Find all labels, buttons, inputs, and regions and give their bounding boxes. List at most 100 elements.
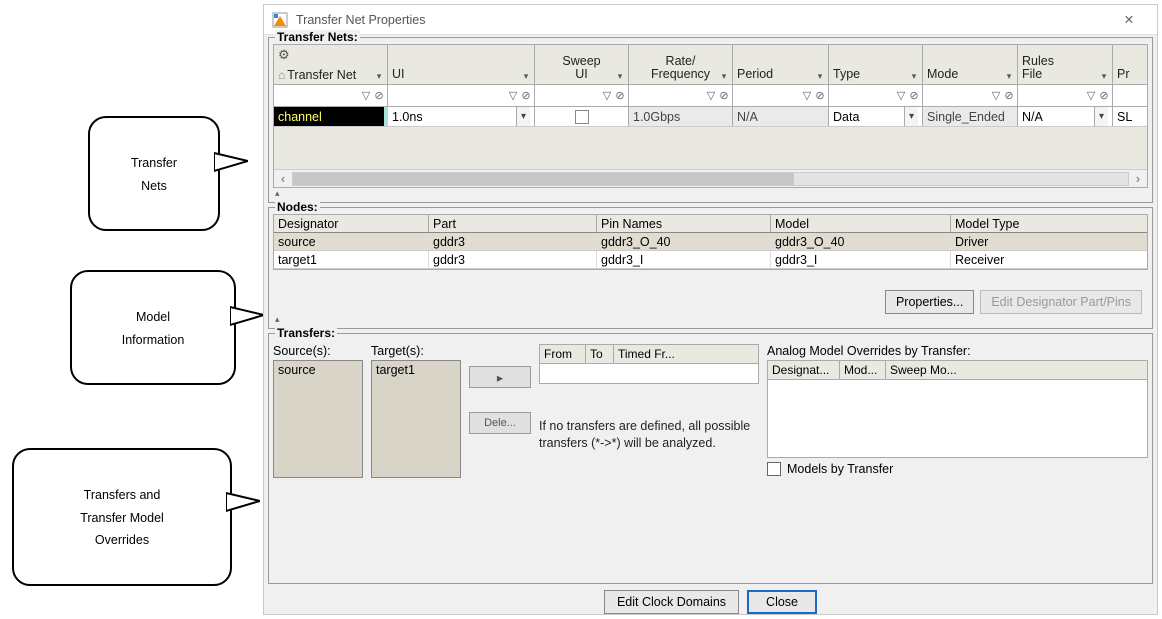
collapse-icon[interactable]: ▴ xyxy=(273,314,1148,324)
grid-row-channel[interactable]: channel 1.0ns▾ 1.0Gbps N/A Data▾ Single_… xyxy=(274,107,1147,127)
clear-filter-icon[interactable]: ⊘ xyxy=(520,89,532,102)
cell-pr[interactable]: SL xyxy=(1113,107,1143,126)
filter-mode[interactable] xyxy=(925,87,989,105)
col-type[interactable]: Type▾ xyxy=(829,45,923,84)
checkbox[interactable] xyxy=(575,110,589,124)
clear-filter-icon[interactable]: ⊘ xyxy=(718,89,730,102)
cell-type[interactable]: Data▾ xyxy=(829,107,923,126)
sort-icon[interactable]: ▾ xyxy=(373,72,385,82)
funnel-icon[interactable]: ▽ xyxy=(800,89,814,102)
cell-pin-names: gddr3_O_40 xyxy=(597,233,771,250)
clear-filter-icon[interactable]: ⊘ xyxy=(614,89,626,102)
filter-period[interactable] xyxy=(735,87,800,105)
close-button[interactable]: Close xyxy=(747,590,817,614)
scroll-thumb[interactable] xyxy=(293,173,794,185)
funnel-icon[interactable]: ▽ xyxy=(359,89,373,102)
targets-listbox[interactable]: target1 xyxy=(371,360,461,478)
sort-icon[interactable]: ▾ xyxy=(908,72,920,82)
funnel-icon[interactable]: ▽ xyxy=(894,89,908,102)
cell-sweep-ui[interactable] xyxy=(535,107,629,126)
dropdown-icon[interactable]: ▾ xyxy=(1094,107,1108,126)
cell-pin-names: gddr3_I xyxy=(597,251,771,268)
funnel-icon[interactable]: ▽ xyxy=(1084,89,1098,102)
filter-sweep-ui[interactable] xyxy=(537,87,600,105)
col-sweep-model[interactable]: Sweep Mo... xyxy=(886,361,972,379)
cell-mode[interactable]: Single_Ended xyxy=(923,107,1018,126)
edit-designator-button: Edit Designator Part/Pins xyxy=(980,290,1142,314)
gear-icon[interactable]: ⚙ xyxy=(278,47,290,63)
filter-transfer-net[interactable] xyxy=(276,87,359,105)
filter-rules[interactable] xyxy=(1020,87,1084,105)
sort-icon[interactable]: ▾ xyxy=(520,72,532,82)
sort-icon[interactable]: ▾ xyxy=(1003,72,1015,82)
delete-transfer-button[interactable]: Dele... xyxy=(469,412,531,434)
col-transfer-net[interactable]: ⚙ ⌂Transfer Net ▾ xyxy=(274,45,388,84)
close-icon: ✕ xyxy=(1124,12,1134,27)
checkbox[interactable] xyxy=(767,462,781,476)
cell-ui[interactable]: 1.0ns▾ xyxy=(388,107,535,126)
filter-rate[interactable] xyxy=(631,87,704,105)
funnel-icon[interactable]: ▽ xyxy=(989,89,1003,102)
funnel-icon[interactable]: ▽ xyxy=(600,89,614,102)
col-sweep-ui[interactable]: SweepUI▾ xyxy=(535,45,629,84)
titlebar: Transfer Net Properties ✕ xyxy=(264,5,1157,35)
nodes-row[interactable]: source gddr3 gddr3_O_40 gddr3_O_40 Drive… xyxy=(274,233,1147,251)
nodes-row[interactable]: target1 gddr3 gddr3_I gddr3_I Receiver xyxy=(274,251,1147,269)
dialog-transfer-net-properties: Transfer Net Properties ✕ Transfer Nets:… xyxy=(263,4,1158,615)
funnel-icon[interactable]: ▽ xyxy=(506,89,520,102)
col-model[interactable]: Model xyxy=(771,215,951,232)
sort-icon[interactable]: ▾ xyxy=(814,72,826,82)
add-transfer-button[interactable]: ▸ xyxy=(469,366,531,388)
filter-pr[interactable] xyxy=(1115,87,1141,105)
filter-ui[interactable] xyxy=(390,87,506,105)
col-to[interactable]: To xyxy=(586,345,614,363)
list-item[interactable]: source xyxy=(278,363,358,377)
col-period[interactable]: Period▾ xyxy=(733,45,829,84)
scroll-right-icon[interactable]: › xyxy=(1129,172,1147,186)
clear-filter-icon[interactable]: ⊘ xyxy=(814,89,826,102)
collapse-icon[interactable]: ▴ xyxy=(273,188,1148,198)
col-rules-file[interactable]: RulesFile▾ xyxy=(1018,45,1113,84)
filter-type[interactable] xyxy=(831,87,894,105)
cell-period[interactable]: N/A xyxy=(733,107,829,126)
transfers-table-header: From To Timed Fr... xyxy=(539,344,759,364)
edit-clock-domains-button[interactable]: Edit Clock Domains xyxy=(604,590,739,614)
col-pr[interactable]: Pr xyxy=(1113,45,1143,84)
scroll-left-icon[interactable]: ‹ xyxy=(274,172,292,186)
clear-filter-icon[interactable]: ⊘ xyxy=(908,89,920,102)
col-from[interactable]: From xyxy=(540,345,586,363)
list-item[interactable]: target1 xyxy=(376,363,456,377)
overrides-body[interactable] xyxy=(767,380,1148,458)
close-button[interactable]: ✕ xyxy=(1109,5,1149,34)
sort-icon[interactable]: ▾ xyxy=(1098,72,1110,82)
dropdown-icon[interactable]: ▾ xyxy=(904,107,918,126)
funnel-icon[interactable]: ▽ xyxy=(704,89,718,102)
col-timed[interactable]: Timed Fr... xyxy=(614,345,684,363)
models-by-transfer-checkbox[interactable]: Models by Transfer xyxy=(767,462,1148,476)
sort-icon[interactable]: ▾ xyxy=(614,72,626,82)
dropdown-icon[interactable]: ▾ xyxy=(516,107,530,126)
col-ui[interactable]: UI▾ xyxy=(388,45,535,84)
sources-listbox[interactable]: source xyxy=(273,360,363,478)
sort-icon[interactable]: ▾ xyxy=(718,72,730,82)
clear-filter-icon[interactable]: ⊘ xyxy=(373,89,385,102)
properties-button[interactable]: Properties... xyxy=(885,290,974,314)
grid-empty-area xyxy=(274,127,1147,169)
clear-filter-icon[interactable]: ⊘ xyxy=(1098,89,1110,102)
col-rate[interactable]: Rate/Frequency▾ xyxy=(629,45,733,84)
cell-name[interactable]: channel xyxy=(274,107,388,126)
horizontal-scrollbar[interactable]: ‹ › xyxy=(274,169,1147,187)
col-designator[interactable]: Designat... xyxy=(768,361,840,379)
cell-rules[interactable]: N/A▾ xyxy=(1018,107,1113,126)
transfers-table-body[interactable] xyxy=(539,364,759,384)
col-model-type[interactable]: Model Type xyxy=(951,215,1147,232)
callout-model-info: Model Information xyxy=(70,270,236,385)
clear-filter-icon[interactable]: ⊘ xyxy=(1003,89,1015,102)
col-part[interactable]: Part xyxy=(429,215,597,232)
grid-filter-row: ▽⊘ ▽⊘ ▽⊘ ▽⊘ ▽⊘ ▽⊘ ▽⊘ ▽⊘ xyxy=(274,85,1147,107)
col-mode[interactable]: Mode▾ xyxy=(923,45,1018,84)
col-designator[interactable]: Designator xyxy=(274,215,429,232)
col-model[interactable]: Mod... xyxy=(840,361,886,379)
col-pin-names[interactable]: Pin Names xyxy=(597,215,771,232)
cell-rate[interactable]: 1.0Gbps xyxy=(629,107,733,126)
